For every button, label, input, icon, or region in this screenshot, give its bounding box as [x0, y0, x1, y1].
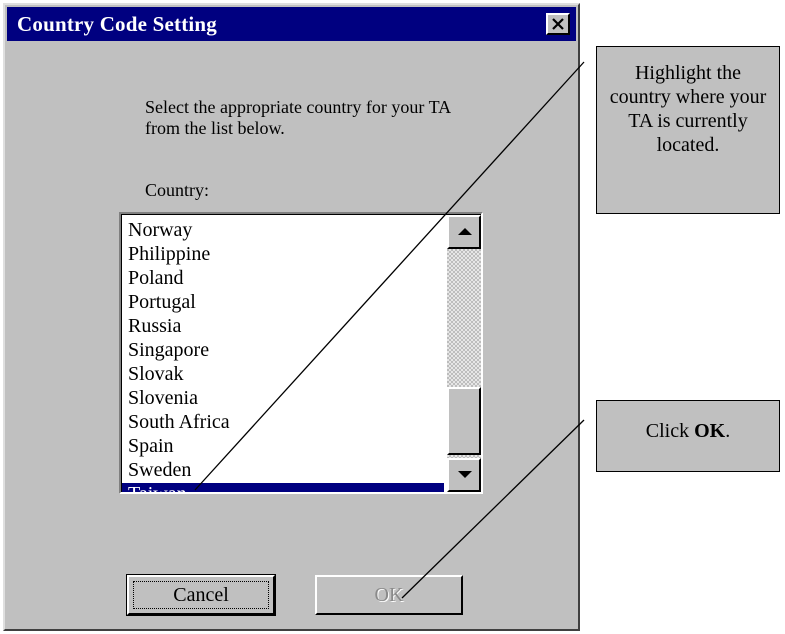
- scroll-thumb[interactable]: [447, 387, 481, 455]
- list-item[interactable]: Norway: [122, 219, 444, 243]
- list-item[interactable]: Spain: [122, 435, 444, 459]
- cancel-button[interactable]: Cancel: [126, 574, 276, 616]
- close-icon: [552, 18, 564, 30]
- list-item[interactable]: Sweden: [122, 459, 444, 483]
- list-scrollbar[interactable]: [447, 215, 481, 492]
- dialog-title: Country Code Setting: [17, 12, 218, 36]
- country-label: Country:: [145, 180, 210, 200]
- list-item[interactable]: Russia: [122, 315, 444, 339]
- arrow-up-icon: [458, 228, 472, 235]
- list-item[interactable]: Taiwan: [122, 483, 444, 492]
- callout-highlight: Highlight the country where your TA is c…: [596, 46, 780, 214]
- list-item[interactable]: Slovenia: [122, 387, 444, 411]
- scroll-down-button[interactable]: [447, 458, 481, 492]
- callout-highlight-text: Highlight the country where your TA is c…: [609, 62, 767, 156]
- focus-rectangle: [133, 581, 269, 609]
- arrow-down-icon: [458, 471, 472, 478]
- country-list: Norway Philippine Poland Portugal Russia Sing…: [122, 219, 444, 492]
- list-item[interactable]: Philippine: [122, 243, 444, 267]
- title-bar[interactable]: Country Code Setting: [7, 7, 576, 41]
- list-item[interactable]: Singapore: [122, 339, 444, 363]
- callout-click-bold: OK: [694, 420, 726, 442]
- callout-click-ok: Click OK.: [596, 400, 780, 472]
- callout-click-suffix: .: [725, 420, 731, 442]
- instruction-text: Select the appropriate country for your …: [145, 97, 451, 138]
- scroll-up-button[interactable]: [447, 215, 481, 249]
- close-button[interactable]: [546, 13, 570, 35]
- country-listbox[interactable]: Norway Philippine Poland Portugal Russia Sing…: [119, 212, 483, 494]
- ok-label: OK: [374, 583, 404, 606]
- country-code-dialog: Country Code Setting Select the appropri…: [3, 3, 580, 631]
- callout-click-prefix: Click: [645, 420, 695, 442]
- list-item[interactable]: Portugal: [122, 291, 444, 315]
- list-item[interactable]: Poland: [122, 267, 444, 291]
- ok-button[interactable]: OK: [315, 575, 463, 615]
- list-item[interactable]: South Africa: [122, 411, 444, 435]
- list-item[interactable]: Slovak: [122, 363, 444, 387]
